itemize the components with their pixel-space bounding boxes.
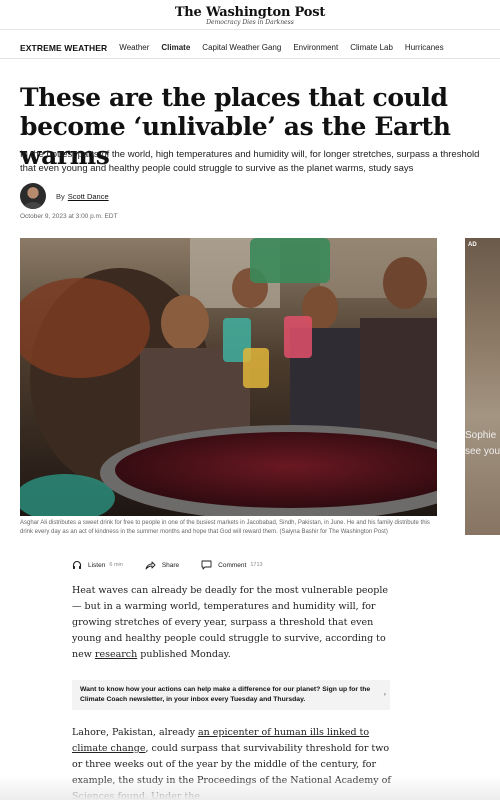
article-actions: Listen 6 min Share Comment 1713 [72,560,285,570]
nav-link-climate[interactable]: Climate [161,43,190,52]
article-dek: In the hottest parts of the world, high … [20,149,480,174]
chevron-right-icon: › [383,691,386,698]
nav-link-environment[interactable]: Environment [293,43,338,52]
author-link[interactable]: Scott Dance [68,192,109,201]
author-avatar[interactable] [20,183,46,209]
byline: By Scott Dance [20,183,109,209]
nav-link-hurricanes[interactable]: Hurricanes [405,43,444,52]
site-logo[interactable]: The Washington Post [0,5,500,20]
byline-prefix: By [56,191,65,201]
section-brand[interactable]: EXTREME WEATHER [20,43,107,53]
masthead: The Washington Post Democracy Dies in Da… [0,0,500,30]
share-label: Share [161,561,180,569]
sidebar-ad[interactable]: AD Sophie see you [465,238,500,535]
nav-link-weather[interactable]: Weather [119,43,149,52]
comment-button[interactable]: Comment 1713 [201,560,263,570]
paragraph-2-text-a: Lahore, Pakistan, already [72,727,198,738]
bottom-fade [0,776,500,800]
research-link[interactable]: research [95,649,137,660]
listen-label: Listen [88,561,106,569]
listen-button[interactable]: Listen 6 min [72,560,123,570]
ad-text-line-1: Sophie [465,430,497,441]
newsletter-promo[interactable]: Want to know how your actions can help m… [72,680,390,710]
section-nav: EXTREME WEATHER Weather Climate Capital … [0,37,500,59]
ad-text-line-2: see you [465,446,500,457]
headphones-icon [72,560,82,570]
comment-icon [201,560,212,570]
nav-link-capital-weather-gang[interactable]: Capital Weather Gang [202,43,281,52]
ad-label: AD [468,242,477,248]
nav-link-climate-lab[interactable]: Climate Lab [350,43,393,52]
share-icon [145,560,156,570]
comment-label: Comment [218,561,247,569]
comment-count: 1713 [250,562,263,568]
listen-duration: 6 min [109,562,123,568]
publish-date: October 9, 2023 at 3:00 p.m. EDT [20,213,118,220]
share-button[interactable]: Share [145,560,179,570]
body-paragraph-1: Heat waves can already be deadly for the… [72,583,392,663]
lead-photo [20,238,437,516]
photo-caption: Asghar Ali distributes a sweet drink for… [20,520,430,535]
paragraph-1-text-b: published Monday. [137,649,231,660]
site-tagline: Democracy Dies in Darkness [206,19,294,26]
promo-text: Want to know how your actions can help m… [80,686,371,703]
